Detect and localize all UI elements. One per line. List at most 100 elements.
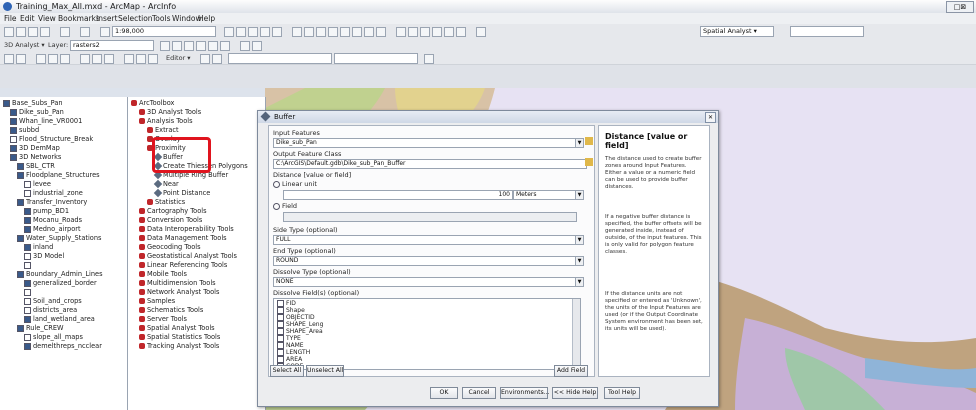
- field-checkbox[interactable]: [277, 335, 284, 342]
- field-checkbox[interactable]: [277, 314, 284, 321]
- layer-checkbox[interactable]: [24, 180, 31, 188]
- dissolve-type-dropdown[interactable]: ▼: [575, 277, 584, 287]
- split-icon[interactable]: [48, 54, 58, 64]
- menu-bookmarks[interactable]: Bookmarks: [58, 14, 100, 23]
- layer-checkbox[interactable]: [24, 306, 31, 314]
- straight-segment-icon[interactable]: [212, 54, 222, 64]
- go-to-xy-icon[interactable]: [136, 54, 146, 64]
- editor-toolbar-icon[interactable]: [224, 27, 234, 37]
- layer-checkbox[interactable]: [24, 189, 31, 197]
- toolbox-toolset-item[interactable]: Geostatistical Analyst Tools: [131, 252, 248, 261]
- toolbox-toolset-item[interactable]: Conversion Tools: [131, 216, 248, 225]
- input-features-dropdown[interactable]: ▼: [575, 138, 584, 148]
- spatial-analyst-combo[interactable]: Spatial Analyst ▾: [700, 26, 774, 37]
- toc-layer-item[interactable]: levee: [3, 180, 103, 189]
- editor-menu[interactable]: Editor ▾: [166, 54, 191, 62]
- catalog-icon[interactable]: [248, 27, 258, 37]
- contour-icon[interactable]: [172, 41, 182, 51]
- layer-checkbox[interactable]: [17, 162, 24, 170]
- toolbox-toolset-item[interactable]: ArcToolbox: [131, 99, 248, 108]
- toc-layer-item[interactable]: land_wetland_area: [3, 315, 103, 324]
- toc-layer-item[interactable]: Soil_and_crops: [3, 297, 103, 306]
- reshape-icon[interactable]: [92, 54, 102, 64]
- dissolve-field-item[interactable]: NAME: [277, 342, 323, 349]
- layer-checkbox[interactable]: [10, 153, 17, 161]
- edit-tool-icon[interactable]: [200, 54, 210, 64]
- open-icon[interactable]: [16, 27, 26, 37]
- toc-layer-item[interactable]: slope_all_maps: [3, 333, 103, 342]
- toc-layer-item[interactable]: pump_BD1: [3, 207, 103, 216]
- toc-layer-item[interactable]: [3, 261, 103, 270]
- layer-checkbox[interactable]: [10, 126, 17, 134]
- toc-layer-item[interactable]: industrial_zone: [3, 189, 103, 198]
- input-features-field[interactable]: Dike_sub_Pan: [273, 138, 577, 148]
- dissolve-field-item[interactable]: LENGTH: [277, 349, 323, 356]
- dissolve-field-item[interactable]: TYPE: [277, 335, 323, 342]
- side-type-select[interactable]: FULL: [273, 235, 577, 245]
- previous-extent-icon[interactable]: [364, 27, 374, 37]
- layer-checkbox[interactable]: [17, 270, 24, 278]
- toolbox-toolset-item[interactable]: Geocoding Tools: [131, 243, 248, 252]
- layer-checkbox[interactable]: [24, 207, 31, 215]
- toc-layer-item[interactable]: [3, 288, 103, 297]
- output-feature-class-field[interactable]: C:\ArcGIS\Default.gdb\Dike_sub_Pan_Buffe…: [273, 159, 587, 169]
- toc-layer-item[interactable]: Whan_line_VR0001: [3, 117, 103, 126]
- layer-checkbox[interactable]: [10, 108, 17, 116]
- search-icon[interactable]: [260, 27, 270, 37]
- select-features-icon[interactable]: [396, 27, 406, 37]
- toolbox-toolset-item[interactable]: Schematics Tools: [131, 306, 248, 315]
- cut-polygons-icon[interactable]: [104, 54, 114, 64]
- toolbox-tool-item[interactable]: Near: [131, 179, 248, 189]
- add-data-icon[interactable]: [100, 27, 110, 37]
- toolbox-toolset-item[interactable]: Linear Referencing Tools: [131, 261, 248, 270]
- fields-scrollbar[interactable]: [572, 299, 580, 369]
- toc-layer-item[interactable]: Floodplane_Structures: [3, 171, 103, 180]
- steepest-path-icon[interactable]: [184, 41, 194, 51]
- toc-layer-item[interactable]: Rule_CREW: [3, 324, 103, 333]
- dissolve-fields-list[interactable]: FID Shape OBJECTID SHAPE_Leng SHAPE_Area TYPE…: [273, 298, 581, 370]
- arctoolbox-icon[interactable]: [272, 27, 282, 37]
- toc-icon[interactable]: [236, 27, 246, 37]
- menu-tools[interactable]: Tools: [152, 14, 170, 23]
- add-field-button[interactable]: Add Field: [554, 365, 588, 377]
- measure-icon[interactable]: [456, 27, 466, 37]
- toolbox-toolset-item[interactable]: 3D Analyst Tools: [131, 108, 248, 117]
- toc-layer-item[interactable]: Medno_airport: [3, 225, 103, 234]
- toc-layer-item[interactable]: Water_Supply_Stations: [3, 234, 103, 243]
- editor-task-combo[interactable]: [228, 53, 332, 64]
- toolbox-toolset-item[interactable]: Spatial Statistics Tools: [131, 333, 248, 342]
- toolbox-toolset-item[interactable]: Analysis Tools: [131, 117, 248, 126]
- toc-layer-item[interactable]: 3D DemMap: [3, 144, 103, 153]
- toc-layer-item[interactable]: demelthreps_ncclear: [3, 342, 103, 351]
- pan-icon[interactable]: [316, 27, 326, 37]
- toc-layer-item[interactable]: Dike_sub_Pan: [3, 108, 103, 117]
- toolbox-toolset-item[interactable]: Extract: [131, 126, 248, 135]
- end-type-select[interactable]: ROUND: [273, 256, 577, 266]
- layer-checkbox[interactable]: [10, 144, 17, 152]
- toc-layer-item[interactable]: generalized_border: [3, 279, 103, 288]
- layer-checkbox[interactable]: [10, 117, 17, 125]
- layer-combo[interactable]: [790, 26, 864, 37]
- toolbox-toolset-item[interactable]: Mobile Tools: [131, 270, 248, 279]
- end-type-dropdown[interactable]: ▼: [575, 256, 584, 266]
- select-elements-icon[interactable]: [420, 27, 430, 37]
- find-icon[interactable]: [444, 27, 454, 37]
- rotate-icon[interactable]: [16, 54, 26, 64]
- menu-view[interactable]: View: [38, 14, 56, 23]
- menu-help[interactable]: Help: [198, 14, 215, 23]
- line-of-sight-icon[interactable]: [196, 41, 206, 51]
- layer-checkbox[interactable]: [24, 297, 31, 305]
- window-controls[interactable]: □⊠: [946, 1, 974, 13]
- map-scale-combo[interactable]: 1:98,000: [112, 26, 216, 37]
- sketch-icon[interactable]: [36, 54, 46, 64]
- toolbox-toolset-item[interactable]: Samples: [131, 297, 248, 306]
- dissolve-field-item[interactable]: FID: [277, 300, 323, 307]
- menu-selection[interactable]: Selection: [118, 14, 153, 23]
- layer-checkbox[interactable]: [17, 198, 24, 206]
- layer-checkbox[interactable]: [24, 288, 31, 296]
- draw-select-icon[interactable]: [4, 54, 14, 64]
- toolbox-toolset-item[interactable]: Cartography Tools: [131, 207, 248, 216]
- layer-checkbox[interactable]: [17, 324, 24, 332]
- environments-button[interactable]: Environments...: [500, 387, 550, 399]
- zoom-out-icon[interactable]: [304, 27, 314, 37]
